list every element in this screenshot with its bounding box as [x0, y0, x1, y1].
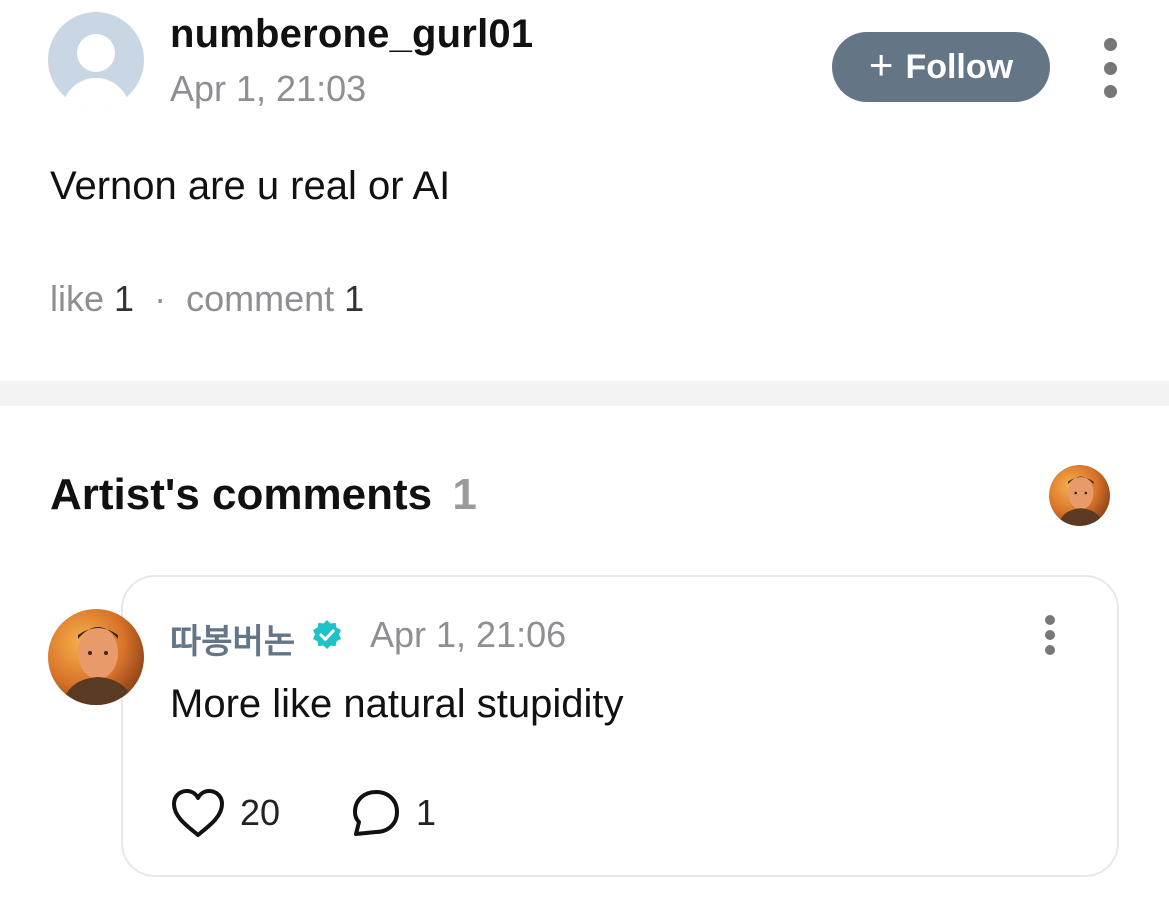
heart-icon[interactable] [170, 788, 226, 840]
comment-like-count: 20 [240, 792, 281, 833]
more-options-icon[interactable] [1043, 615, 1057, 655]
stats-separator: · [154, 278, 167, 319]
post-text: Vernon are u real or AI [50, 164, 451, 208]
post-timestamp: Apr 1, 21:03 [170, 68, 367, 109]
artist-comments-label: Artist's comments [50, 470, 433, 519]
post-stats: like 1 · comment 1 [50, 278, 364, 320]
like-count: 1 [114, 278, 135, 319]
verified-badge-icon [311, 619, 343, 651]
default-avatar-icon[interactable] [48, 12, 144, 108]
artist-comments-count: 1 [452, 470, 477, 519]
artist-comments-title: Artist's comments 1 [50, 470, 477, 520]
post-author-username[interactable]: numberone_gurl01 [170, 12, 533, 57]
post-detail-page: numberone_gurl01 Apr 1, 21:03 + Follow V… [0, 0, 1169, 903]
comment-author-avatar[interactable] [48, 609, 144, 705]
comment-count: 1 [344, 278, 365, 319]
comment-label[interactable]: comment [186, 278, 334, 319]
plus-icon: + [868, 41, 894, 88]
more-options-icon[interactable] [1100, 38, 1120, 98]
follow-label: Follow [905, 47, 1014, 86]
comment-author-name[interactable]: 따봉버논 [170, 614, 295, 663]
follow-button[interactable]: + Follow [832, 32, 1050, 102]
like-label[interactable]: like [50, 278, 104, 319]
comment-text: More like natural stupidity [170, 682, 624, 726]
comment-reply-count: 1 [416, 792, 437, 833]
artist-avatar[interactable] [1049, 465, 1110, 526]
comment-bubble-icon[interactable] [350, 788, 402, 840]
comment-timestamp: Apr 1, 21:06 [370, 614, 567, 655]
section-divider [0, 381, 1169, 406]
